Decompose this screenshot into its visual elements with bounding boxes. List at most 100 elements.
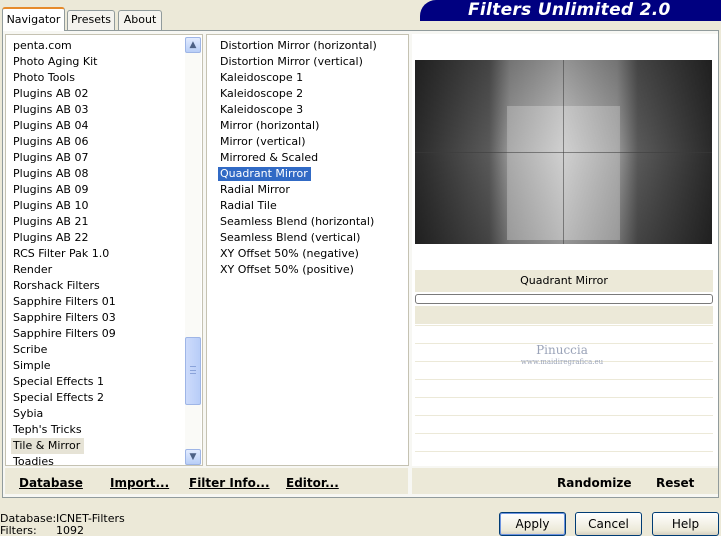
filter-item-label: XY Offset 50% (negative) [220, 247, 359, 260]
tab-presets[interactable]: Presets [67, 10, 115, 30]
scroll-thumb[interactable] [185, 337, 201, 405]
category-item[interactable]: Plugins AB 10 [11, 198, 187, 214]
category-item-label: Photo Tools [13, 71, 75, 84]
tab-about[interactable]: About [118, 10, 162, 30]
filter-item-label: Mirror (horizontal) [220, 119, 320, 132]
category-item[interactable]: Plugins AB 21 [11, 214, 187, 230]
category-item-label: Plugins AB 06 [13, 135, 89, 148]
category-item[interactable]: Plugins AB 07 [11, 150, 187, 166]
parameter-slot [415, 415, 713, 429]
filter-item[interactable]: Radial Mirror [218, 182, 406, 198]
category-item[interactable]: Sapphire Filters 01 [11, 294, 187, 310]
filter-item[interactable]: Seamless Blend (horizontal) [218, 214, 406, 230]
category-item[interactable]: Plugins AB 03 [11, 102, 187, 118]
parameter-slot [415, 397, 713, 411]
current-filter-name: Quadrant Mirror [415, 270, 713, 292]
category-item[interactable]: Render [11, 262, 187, 278]
category-item[interactable]: Tile & Mirror [11, 438, 187, 454]
parameter-slot [415, 379, 713, 393]
category-item-label: Tile & Mirror [11, 438, 85, 454]
filter-items: Distortion Mirror (horizontal) Distortion… [218, 38, 406, 278]
category-item[interactable]: Plugins AB 06 [11, 134, 187, 150]
filter-item-label: Seamless Blend (horizontal) [220, 215, 375, 228]
filter-item-label: Seamless Blend (vertical) [220, 231, 361, 244]
filter-item[interactable]: XY Offset 50% (negative) [218, 246, 406, 262]
filter-item[interactable]: Seamless Blend (vertical) [218, 230, 406, 246]
category-items: penta.com Photo Aging Kit Photo Tools Plugi… [11, 38, 187, 470]
scroll-up-button[interactable]: ▲ [185, 37, 201, 53]
category-item[interactable]: penta.com [11, 38, 187, 54]
status-filters-value: 1092 [56, 524, 84, 536]
database-button[interactable]: Database [19, 476, 83, 490]
category-item[interactable]: Sapphire Filters 03 [11, 310, 187, 326]
apply-button[interactable]: Apply [499, 512, 566, 536]
category-item[interactable]: RCS Filter Pak 1.0 [11, 246, 187, 262]
scroll-down-button[interactable]: ▼ [185, 449, 201, 465]
category-item[interactable]: Simple [11, 358, 187, 374]
grip-icon [190, 366, 196, 374]
category-item[interactable]: Special Effects 2 [11, 390, 187, 406]
app-title: Filters Unlimited 2.0 [468, 0, 671, 20]
category-item-label: Plugins AB 08 [13, 167, 89, 180]
category-item-label: Plugins AB 10 [13, 199, 89, 212]
filter-item[interactable]: Distortion Mirror (horizontal) [218, 38, 406, 54]
category-item[interactable]: Plugins AB 08 [11, 166, 187, 182]
category-item[interactable]: Sybia [11, 406, 187, 422]
filter-item-label: Kaleidoscope 3 [220, 103, 304, 116]
tab-strip: Navigator Presets About [0, 0, 420, 31]
status-filters: Filters: 1092 [0, 524, 84, 536]
category-item-label: Plugins AB 07 [13, 151, 89, 164]
category-item[interactable]: Sapphire Filters 09 [11, 326, 187, 342]
category-item-label: Teph's Tricks [13, 423, 82, 436]
category-item-label: Sapphire Filters 09 [13, 327, 116, 340]
parameter-slot [415, 451, 713, 465]
filter-item[interactable]: Kaleidoscope 3 [218, 102, 406, 118]
watermark: Pinuccia www.maidiregrafica.eu [517, 343, 607, 369]
watermark-url: www.maidiregrafica.eu [520, 358, 604, 366]
filter-item[interactable]: Radial Tile [218, 198, 406, 214]
cancel-button[interactable]: Cancel [575, 512, 642, 536]
filter-item-label: Radial Mirror [220, 183, 290, 196]
category-item[interactable]: Special Effects 1 [11, 374, 187, 390]
filter-item[interactable]: Mirror (vertical) [218, 134, 406, 150]
preview-image [415, 60, 712, 244]
category-item[interactable]: Plugins AB 09 [11, 182, 187, 198]
category-item[interactable]: Teph's Tricks [11, 422, 187, 438]
reset-button[interactable]: Reset [656, 476, 694, 490]
category-item[interactable]: Plugins AB 02 [11, 86, 187, 102]
randomize-button[interactable]: Randomize [557, 476, 631, 490]
category-item[interactable]: Photo Aging Kit [11, 54, 187, 70]
import-button[interactable]: Import... [110, 476, 169, 490]
filter-item[interactable]: Kaleidoscope 1 [218, 70, 406, 86]
category-list[interactable]: penta.com Photo Aging Kit Photo Tools Plugi… [5, 34, 203, 468]
category-item[interactable]: Scribe [11, 342, 187, 358]
filter-item[interactable]: Quadrant Mirror [218, 166, 406, 182]
help-button[interactable]: Help [652, 512, 719, 536]
category-item[interactable]: Photo Tools [11, 70, 187, 86]
editor-button[interactable]: Editor... [286, 476, 339, 490]
filter-item[interactable]: Mirrored & Scaled [218, 150, 406, 166]
watermark-name: Pinuccia [536, 343, 588, 357]
category-item[interactable]: Plugins AB 04 [11, 118, 187, 134]
filter-item-label: Radial Tile [220, 199, 277, 212]
tab-navigator[interactable]: Navigator [2, 7, 65, 31]
category-item-label: Plugins AB 22 [13, 231, 89, 244]
filter-item-label: Kaleidoscope 2 [220, 87, 304, 100]
category-item-label: penta.com [13, 39, 72, 52]
filter-info-button[interactable]: Filter Info... [189, 476, 270, 490]
category-item-label: Sapphire Filters 03 [13, 311, 116, 324]
filter-item[interactable]: XY Offset 50% (positive) [218, 262, 406, 278]
category-item-label: Simple [13, 359, 51, 372]
parameter-slot [415, 433, 713, 447]
filter-list[interactable]: Distortion Mirror (horizontal) Distortion… [206, 34, 409, 466]
category-item-label: Plugins AB 02 [13, 87, 89, 100]
filter-item[interactable]: Mirror (horizontal) [218, 118, 406, 134]
category-item[interactable]: Plugins AB 22 [11, 230, 187, 246]
category-item[interactable]: Rorshack Filters [11, 278, 187, 294]
category-item-label: Sybia [13, 407, 44, 420]
category-scrollbar[interactable]: ▲ ▼ [185, 37, 201, 465]
status-filters-label: Filters: [0, 524, 37, 536]
category-item-label: Sapphire Filters 01 [13, 295, 116, 308]
filter-item[interactable]: Kaleidoscope 2 [218, 86, 406, 102]
filter-item[interactable]: Distortion Mirror (vertical) [218, 54, 406, 70]
